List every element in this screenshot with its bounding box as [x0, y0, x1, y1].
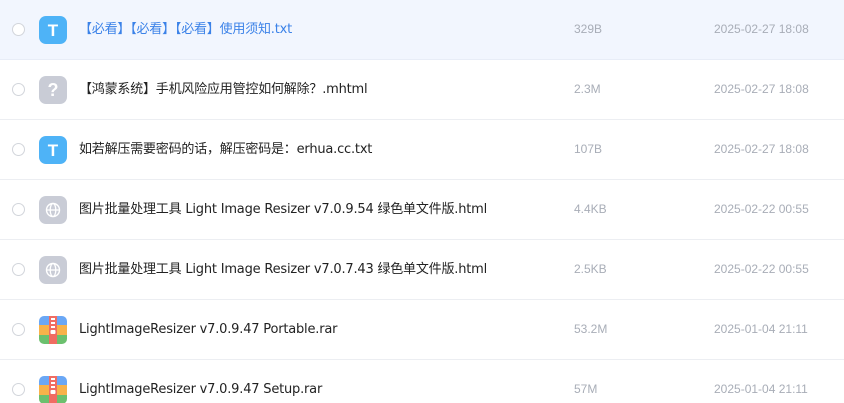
archive-icon — [39, 316, 67, 344]
select-checkbox[interactable] — [12, 203, 25, 216]
select-checkbox[interactable] — [12, 263, 25, 276]
file-name[interactable]: 【必看】【必看】【必看】使用须知.txt — [79, 0, 292, 59]
file-row[interactable]: T 【必看】【必看】【必看】使用须知.txt 329B 2025-02-27 1… — [0, 0, 844, 60]
globe-icon — [39, 256, 67, 284]
file-name[interactable]: 【鸿蒙系统】手机风险应用管控如何解除？.mhtml — [79, 60, 368, 119]
file-size: 4.4KB — [574, 202, 607, 216]
file-date: 2025-01-04 21:11 — [714, 322, 808, 336]
file-name[interactable]: 如若解压需要密码的话，解压密码是：erhua.cc.txt — [79, 120, 372, 179]
file-size: 57M — [574, 382, 598, 396]
file-date: 2025-02-27 18:08 — [714, 82, 809, 96]
file-date: 2025-01-04 21:11 — [714, 382, 808, 396]
select-checkbox[interactable] — [12, 23, 25, 36]
file-row[interactable]: LightImageResizer v7.0.9.47 Setup.rar 57… — [0, 360, 844, 403]
file-size: 107B — [574, 142, 603, 156]
file-date: 2025-02-22 00:55 — [714, 202, 809, 216]
select-checkbox[interactable] — [12, 83, 25, 96]
file-name[interactable]: 图片批量处理工具 Light Image Resizer v7.0.7.43 绿… — [79, 240, 487, 299]
txt-file-icon: T — [39, 16, 67, 44]
file-size: 2.3M — [574, 82, 601, 96]
unknown-file-icon: ? — [39, 76, 67, 104]
file-date: 2025-02-27 18:08 — [714, 22, 809, 36]
file-name[interactable]: LightImageResizer v7.0.9.47 Portable.rar — [79, 300, 337, 359]
file-size: 329B — [574, 22, 603, 36]
file-row[interactable]: 图片批量处理工具 Light Image Resizer v7.0.7.43 绿… — [0, 240, 844, 300]
file-list: T 【必看】【必看】【必看】使用须知.txt 329B 2025-02-27 1… — [0, 0, 844, 403]
archive-icon — [39, 376, 67, 403]
select-checkbox[interactable] — [12, 323, 25, 336]
file-row[interactable]: 图片批量处理工具 Light Image Resizer v7.0.9.54 绿… — [0, 180, 844, 240]
txt-file-icon: T — [39, 136, 67, 164]
select-checkbox[interactable] — [12, 143, 25, 156]
file-row[interactable]: T 如若解压需要密码的话，解压密码是：erhua.cc.txt 107B 202… — [0, 120, 844, 180]
file-size: 53.2M — [574, 322, 608, 336]
file-row[interactable]: ? 【鸿蒙系统】手机风险应用管控如何解除？.mhtml 2.3M 2025-02… — [0, 60, 844, 120]
file-date: 2025-02-27 18:08 — [714, 142, 809, 156]
file-name[interactable]: LightImageResizer v7.0.9.47 Setup.rar — [79, 360, 322, 403]
select-checkbox[interactable] — [12, 383, 25, 396]
file-size: 2.5KB — [574, 262, 607, 276]
file-row[interactable]: LightImageResizer v7.0.9.47 Portable.rar… — [0, 300, 844, 360]
globe-icon — [39, 196, 67, 224]
file-date: 2025-02-22 00:55 — [714, 262, 809, 276]
file-name[interactable]: 图片批量处理工具 Light Image Resizer v7.0.9.54 绿… — [79, 180, 487, 239]
